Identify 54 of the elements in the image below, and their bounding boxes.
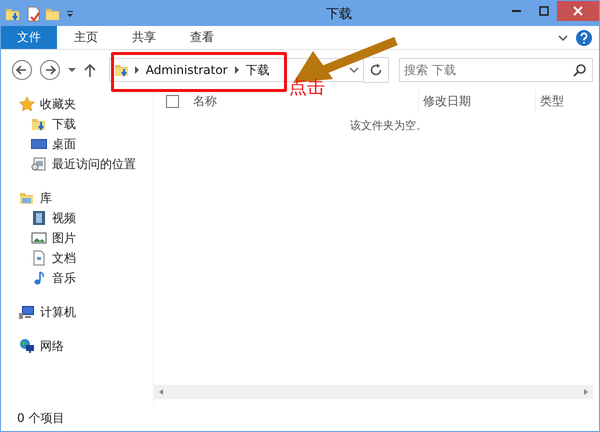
help-icon[interactable] — [575, 28, 593, 46]
checkbox[interactable] — [166, 94, 179, 108]
nav-item[interactable]: 视频 — [1, 208, 153, 228]
nav-item[interactable]: 图片 — [1, 228, 153, 248]
left-arrow-icon — [157, 388, 165, 396]
refresh-icon — [369, 63, 384, 77]
nav-item[interactable]: 最近访问的位置 — [1, 154, 153, 174]
chevron-icon — [232, 65, 241, 75]
document-icon[interactable] — [25, 6, 41, 22]
film-icon — [31, 210, 47, 226]
status-bar-text: 0 个项目 — [17, 410, 64, 426]
dropdown-icon[interactable] — [66, 65, 77, 75]
up-arrow-icon[interactable] — [82, 62, 97, 78]
column-header[interactable]: 类型 — [535, 90, 593, 112]
breadcrumb[interactable]: 下载 — [246, 62, 270, 78]
nav-item[interactable]: 库 — [1, 188, 153, 208]
search-field[interactable]: 搜索 下载 — [398, 58, 593, 82]
column-header[interactable]: 修改日期 — [418, 90, 535, 112]
file-menu-button[interactable]: 文件 — [1, 26, 57, 49]
folder-icon — [19, 190, 35, 206]
right-arrow-icon — [582, 388, 590, 396]
window-title: 下载 — [325, 6, 353, 22]
minimize-icon — [512, 10, 521, 12]
document-icon — [31, 156, 47, 172]
dropdown-icon — [349, 65, 360, 75]
close-icon — [573, 6, 583, 16]
nav-item[interactable]: 收藏夹 — [1, 94, 153, 114]
search-icon — [572, 63, 587, 77]
nav-item[interactable]: 网络 — [1, 336, 153, 356]
maximize-icon — [538, 6, 548, 16]
nav-item[interactable]: 下载 — [1, 114, 153, 134]
close-button[interactable] — [557, 1, 599, 21]
nav-item[interactable]: 计算机 — [1, 302, 153, 322]
ribbon-tab[interactable]: 共享 — [115, 26, 173, 49]
scrollbar[interactable] — [154, 385, 593, 399]
nav-item[interactable]: 桌面 — [1, 134, 153, 154]
desktop-icon — [31, 136, 47, 152]
ribbon-tab[interactable]: 查看 — [173, 26, 231, 49]
computer-icon — [19, 304, 35, 320]
folder-icon — [114, 62, 128, 78]
chevron-icon — [132, 65, 141, 75]
star-icon — [19, 96, 35, 112]
back-icon[interactable] — [11, 59, 33, 81]
breadcrumb[interactable]: Administrator — [146, 63, 228, 77]
nav-item[interactable]: 音乐 — [1, 268, 153, 288]
picture-icon — [31, 230, 47, 246]
empty-folder-message: 该文件夹为空。 — [350, 119, 427, 132]
network-icon — [19, 338, 35, 354]
refresh-button[interactable] — [363, 57, 389, 83]
folder-icon — [31, 116, 47, 132]
forward-icon[interactable] — [38, 59, 61, 81]
document-icon — [31, 250, 47, 266]
nav-item[interactable]: 文档 — [1, 248, 153, 268]
ribbon-tab[interactable]: 主页 — [57, 26, 115, 49]
